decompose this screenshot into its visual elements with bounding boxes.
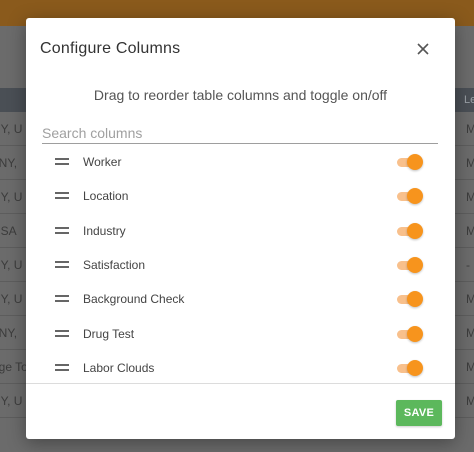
background-cell-right: M — [466, 394, 474, 408]
drag-handle-icon[interactable] — [55, 295, 69, 303]
drag-handle-icon[interactable] — [55, 363, 69, 372]
column-item-label: Drug Test — [83, 326, 135, 341]
toggle-knob — [407, 291, 423, 308]
background-cell-right: M — [466, 190, 474, 204]
drag-handle-icon[interactable] — [55, 226, 69, 235]
search-columns-input[interactable] — [42, 122, 438, 144]
background-cell-right: M — [466, 292, 474, 306]
drag-handle-icon[interactable] — [55, 192, 69, 200]
column-item[interactable]: Worker — [42, 145, 442, 179]
background-cell-right: M — [466, 360, 474, 374]
toggle-knob — [407, 188, 423, 205]
background-cell-right: - — [466, 258, 470, 272]
toggle-knob — [407, 154, 423, 170]
column-toggle[interactable] — [397, 154, 423, 170]
drag-handle-icon[interactable] — [55, 329, 69, 338]
column-item[interactable]: Background Check — [42, 282, 442, 316]
column-item[interactable]: Location — [42, 179, 442, 213]
column-item-label: Satisfaction — [83, 257, 146, 272]
column-toggle[interactable] — [397, 188, 423, 205]
footer-divider — [26, 383, 455, 384]
column-item-label: Location — [83, 189, 129, 204]
drag-handle-icon[interactable] — [55, 158, 69, 166]
toggle-knob — [407, 256, 423, 273]
background-cell-right: M — [466, 122, 474, 136]
background-cell-right: M — [466, 156, 474, 170]
column-toggle[interactable] — [397, 291, 423, 308]
column-list: Worker Location Industry Satisfaction Backgr… — [42, 145, 442, 383]
column-item-label: Industry — [83, 223, 126, 238]
column-item-label: Labor Clouds — [83, 360, 155, 375]
toggle-knob — [407, 222, 423, 239]
column-toggle[interactable] — [397, 256, 423, 273]
column-item-label: Worker — [83, 155, 122, 169]
background-header-right: Le — [464, 94, 474, 106]
toggle-knob — [407, 325, 423, 342]
toggle-knob — [407, 359, 423, 376]
column-item[interactable]: Labor Clouds — [42, 351, 442, 383]
drag-handle-icon[interactable] — [55, 260, 69, 269]
column-item[interactable]: Industry — [42, 214, 442, 248]
close-icon — [417, 43, 429, 55]
close-button[interactable] — [412, 38, 434, 60]
modal-title: Configure Columns — [40, 40, 181, 57]
column-item[interactable]: Satisfaction — [42, 248, 442, 282]
column-toggle[interactable] — [397, 359, 423, 376]
column-item[interactable]: Drug Test — [42, 317, 442, 351]
save-button[interactable]: SAVE — [396, 400, 442, 426]
background-cell-right: M — [466, 224, 474, 238]
configure-columns-modal: Configure Columns Drag to reorder table … — [26, 18, 455, 439]
column-toggle[interactable] — [397, 222, 423, 239]
column-toggle[interactable] — [397, 325, 423, 342]
background-cell-right: M — [466, 326, 474, 340]
modal-subtitle: Drag to reorder table columns and toggle… — [93, 87, 388, 103]
column-item-label: Background Check — [83, 292, 185, 307]
